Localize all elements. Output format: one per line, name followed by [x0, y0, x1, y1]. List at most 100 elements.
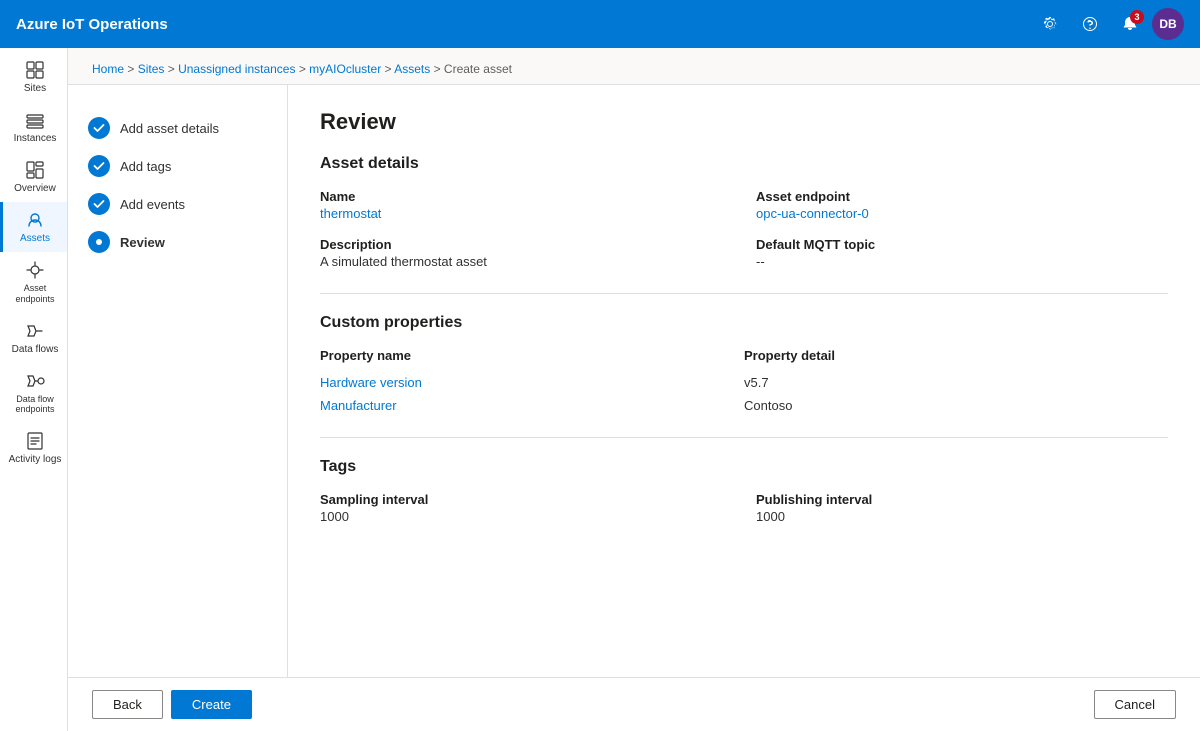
gear-icon	[1042, 16, 1058, 32]
detail-name-value: thermostat	[320, 206, 732, 221]
sidebar-item-asset-endpoints[interactable]: Asset endpoints	[0, 252, 67, 313]
step-add-events[interactable]: Add events	[84, 185, 271, 223]
breadcrumb: Home > Sites > Unassigned instances > my…	[68, 48, 1200, 84]
overview-icon	[25, 160, 45, 180]
sidebar-item-assets[interactable]: Assets	[0, 202, 67, 252]
back-button[interactable]: Back	[92, 690, 163, 719]
detail-name-label: Name	[320, 189, 732, 204]
checkmark-icon-2	[93, 160, 105, 172]
step-label-2: Add tags	[120, 159, 171, 174]
detail-endpoint-label: Asset endpoint	[756, 189, 1168, 204]
footer: Back Create Cancel	[68, 677, 1200, 731]
prop-detail-header: Property detail	[744, 348, 1168, 363]
detail-mqtt: Default MQTT topic --	[756, 237, 1168, 269]
step-circle-1	[88, 117, 110, 139]
data-flows-icon	[25, 321, 45, 341]
step-label-3: Add events	[120, 197, 185, 212]
prop-name-header: Property name	[320, 348, 744, 363]
sidebar-label-assets: Assets	[20, 233, 50, 244]
circle-dot-icon	[93, 236, 105, 248]
detail-sampling: Sampling interval 1000	[320, 492, 732, 524]
asset-details-title: Asset details	[320, 155, 1168, 173]
settings-icon-btn[interactable]	[1032, 6, 1068, 42]
sidebar: Sites Instances Overview	[0, 48, 68, 731]
sidebar-item-data-flows[interactable]: Data flows	[0, 313, 67, 363]
detail-endpoint-value: opc-ua-connector-0	[756, 206, 1168, 221]
sidebar-label-activity-logs: Activity logs	[9, 454, 62, 465]
prop-detail-1: v5.7	[744, 375, 1168, 390]
sidebar-label-data-flow-endpoints: Data flow endpoints	[7, 394, 63, 416]
sites-icon	[25, 60, 45, 80]
detail-description-label: Description	[320, 237, 732, 252]
main-layout: Sites Instances Overview	[0, 48, 1200, 731]
publishing-label: Publishing interval	[756, 492, 1168, 507]
sidebar-label-asset-endpoints: Asset endpoints	[7, 283, 63, 305]
prop-name-2: Manufacturer	[320, 398, 744, 413]
user-avatar[interactable]: DB	[1152, 8, 1184, 40]
asset-endpoints-icon	[25, 260, 45, 280]
instances-icon	[25, 110, 45, 130]
assets-icon	[25, 210, 45, 230]
activity-logs-icon	[25, 431, 45, 451]
notification-icon-btn[interactable]: 3	[1112, 6, 1148, 42]
sidebar-item-instances[interactable]: Instances	[0, 102, 67, 152]
tags-grid: Sampling interval 1000 Publishing interv…	[320, 492, 1168, 524]
detail-description-value: A simulated thermostat asset	[320, 254, 732, 269]
breadcrumb-home[interactable]: Home	[92, 62, 124, 76]
custom-properties-title: Custom properties	[320, 314, 1168, 332]
detail-name: Name thermostat	[320, 189, 732, 221]
breadcrumb-unassigned[interactable]: Unassigned instances	[178, 62, 295, 76]
sidebar-item-data-flow-endpoints[interactable]: Data flow endpoints	[0, 363, 67, 424]
step-label-1: Add asset details	[120, 121, 219, 136]
app-title: Azure IoT Operations	[16, 16, 1032, 33]
sampling-label: Sampling interval	[320, 492, 732, 507]
steps-panel: Add asset details Add tags	[68, 85, 288, 677]
tags-title: Tags	[320, 458, 1168, 476]
sidebar-label-sites: Sites	[24, 83, 46, 94]
cancel-button[interactable]: Cancel	[1094, 690, 1176, 719]
sidebar-label-instances: Instances	[14, 133, 57, 144]
checkmark-icon-3	[93, 198, 105, 210]
detail-endpoint: Asset endpoint opc-ua-connector-0	[756, 189, 1168, 221]
step-add-asset-details[interactable]: Add asset details	[84, 109, 271, 147]
help-icon-btn[interactable]	[1072, 6, 1108, 42]
step-label-4: Review	[120, 235, 165, 250]
publishing-value: 1000	[756, 509, 1168, 524]
data-flow-endpoints-icon	[25, 371, 45, 391]
topbar: Azure IoT Operations 3 DB	[0, 0, 1200, 48]
prop-detail-2: Contoso	[744, 398, 1168, 413]
custom-prop-row-1: Hardware version v5.7	[320, 371, 1168, 394]
step-circle-4	[88, 231, 110, 253]
step-review[interactable]: Review	[84, 223, 271, 261]
breadcrumb-sep-2: >	[168, 62, 178, 76]
breadcrumb-assets[interactable]: Assets	[394, 62, 430, 76]
sidebar-item-sites[interactable]: Sites	[0, 52, 67, 102]
sidebar-label-data-flows: Data flows	[12, 344, 59, 355]
prop-name-1: Hardware version	[320, 375, 744, 390]
content-area: Home > Sites > Unassigned instances > my…	[68, 48, 1200, 731]
panel-layout: Add asset details Add tags	[68, 84, 1200, 677]
sidebar-item-overview[interactable]: Overview	[0, 152, 67, 202]
breadcrumb-sites[interactable]: Sites	[138, 62, 165, 76]
breadcrumb-current: Create asset	[444, 62, 512, 76]
detail-mqtt-value: --	[756, 254, 1168, 269]
review-content: Review Asset details Name thermostat Ass…	[288, 85, 1200, 677]
breadcrumb-cluster[interactable]: myAIOcluster	[309, 62, 381, 76]
asset-details-grid: Name thermostat Asset endpoint opc-ua-co…	[320, 189, 1168, 269]
divider-1	[320, 293, 1168, 294]
detail-publishing: Publishing interval 1000	[756, 492, 1168, 524]
notification-badge: 3	[1130, 10, 1144, 24]
divider-2	[320, 437, 1168, 438]
step-circle-2	[88, 155, 110, 177]
step-add-tags[interactable]: Add tags	[84, 147, 271, 185]
create-button[interactable]: Create	[171, 690, 252, 719]
review-title: Review	[320, 109, 1168, 135]
sampling-value: 1000	[320, 509, 732, 524]
breadcrumb-sep-5: >	[434, 62, 444, 76]
custom-prop-row-2: Manufacturer Contoso	[320, 394, 1168, 417]
sidebar-label-overview: Overview	[14, 183, 56, 194]
sidebar-item-activity-logs[interactable]: Activity logs	[0, 423, 67, 473]
checkmark-icon-1	[93, 122, 105, 134]
breadcrumb-sep-1: >	[127, 62, 137, 76]
breadcrumb-sep-4: >	[385, 62, 395, 76]
